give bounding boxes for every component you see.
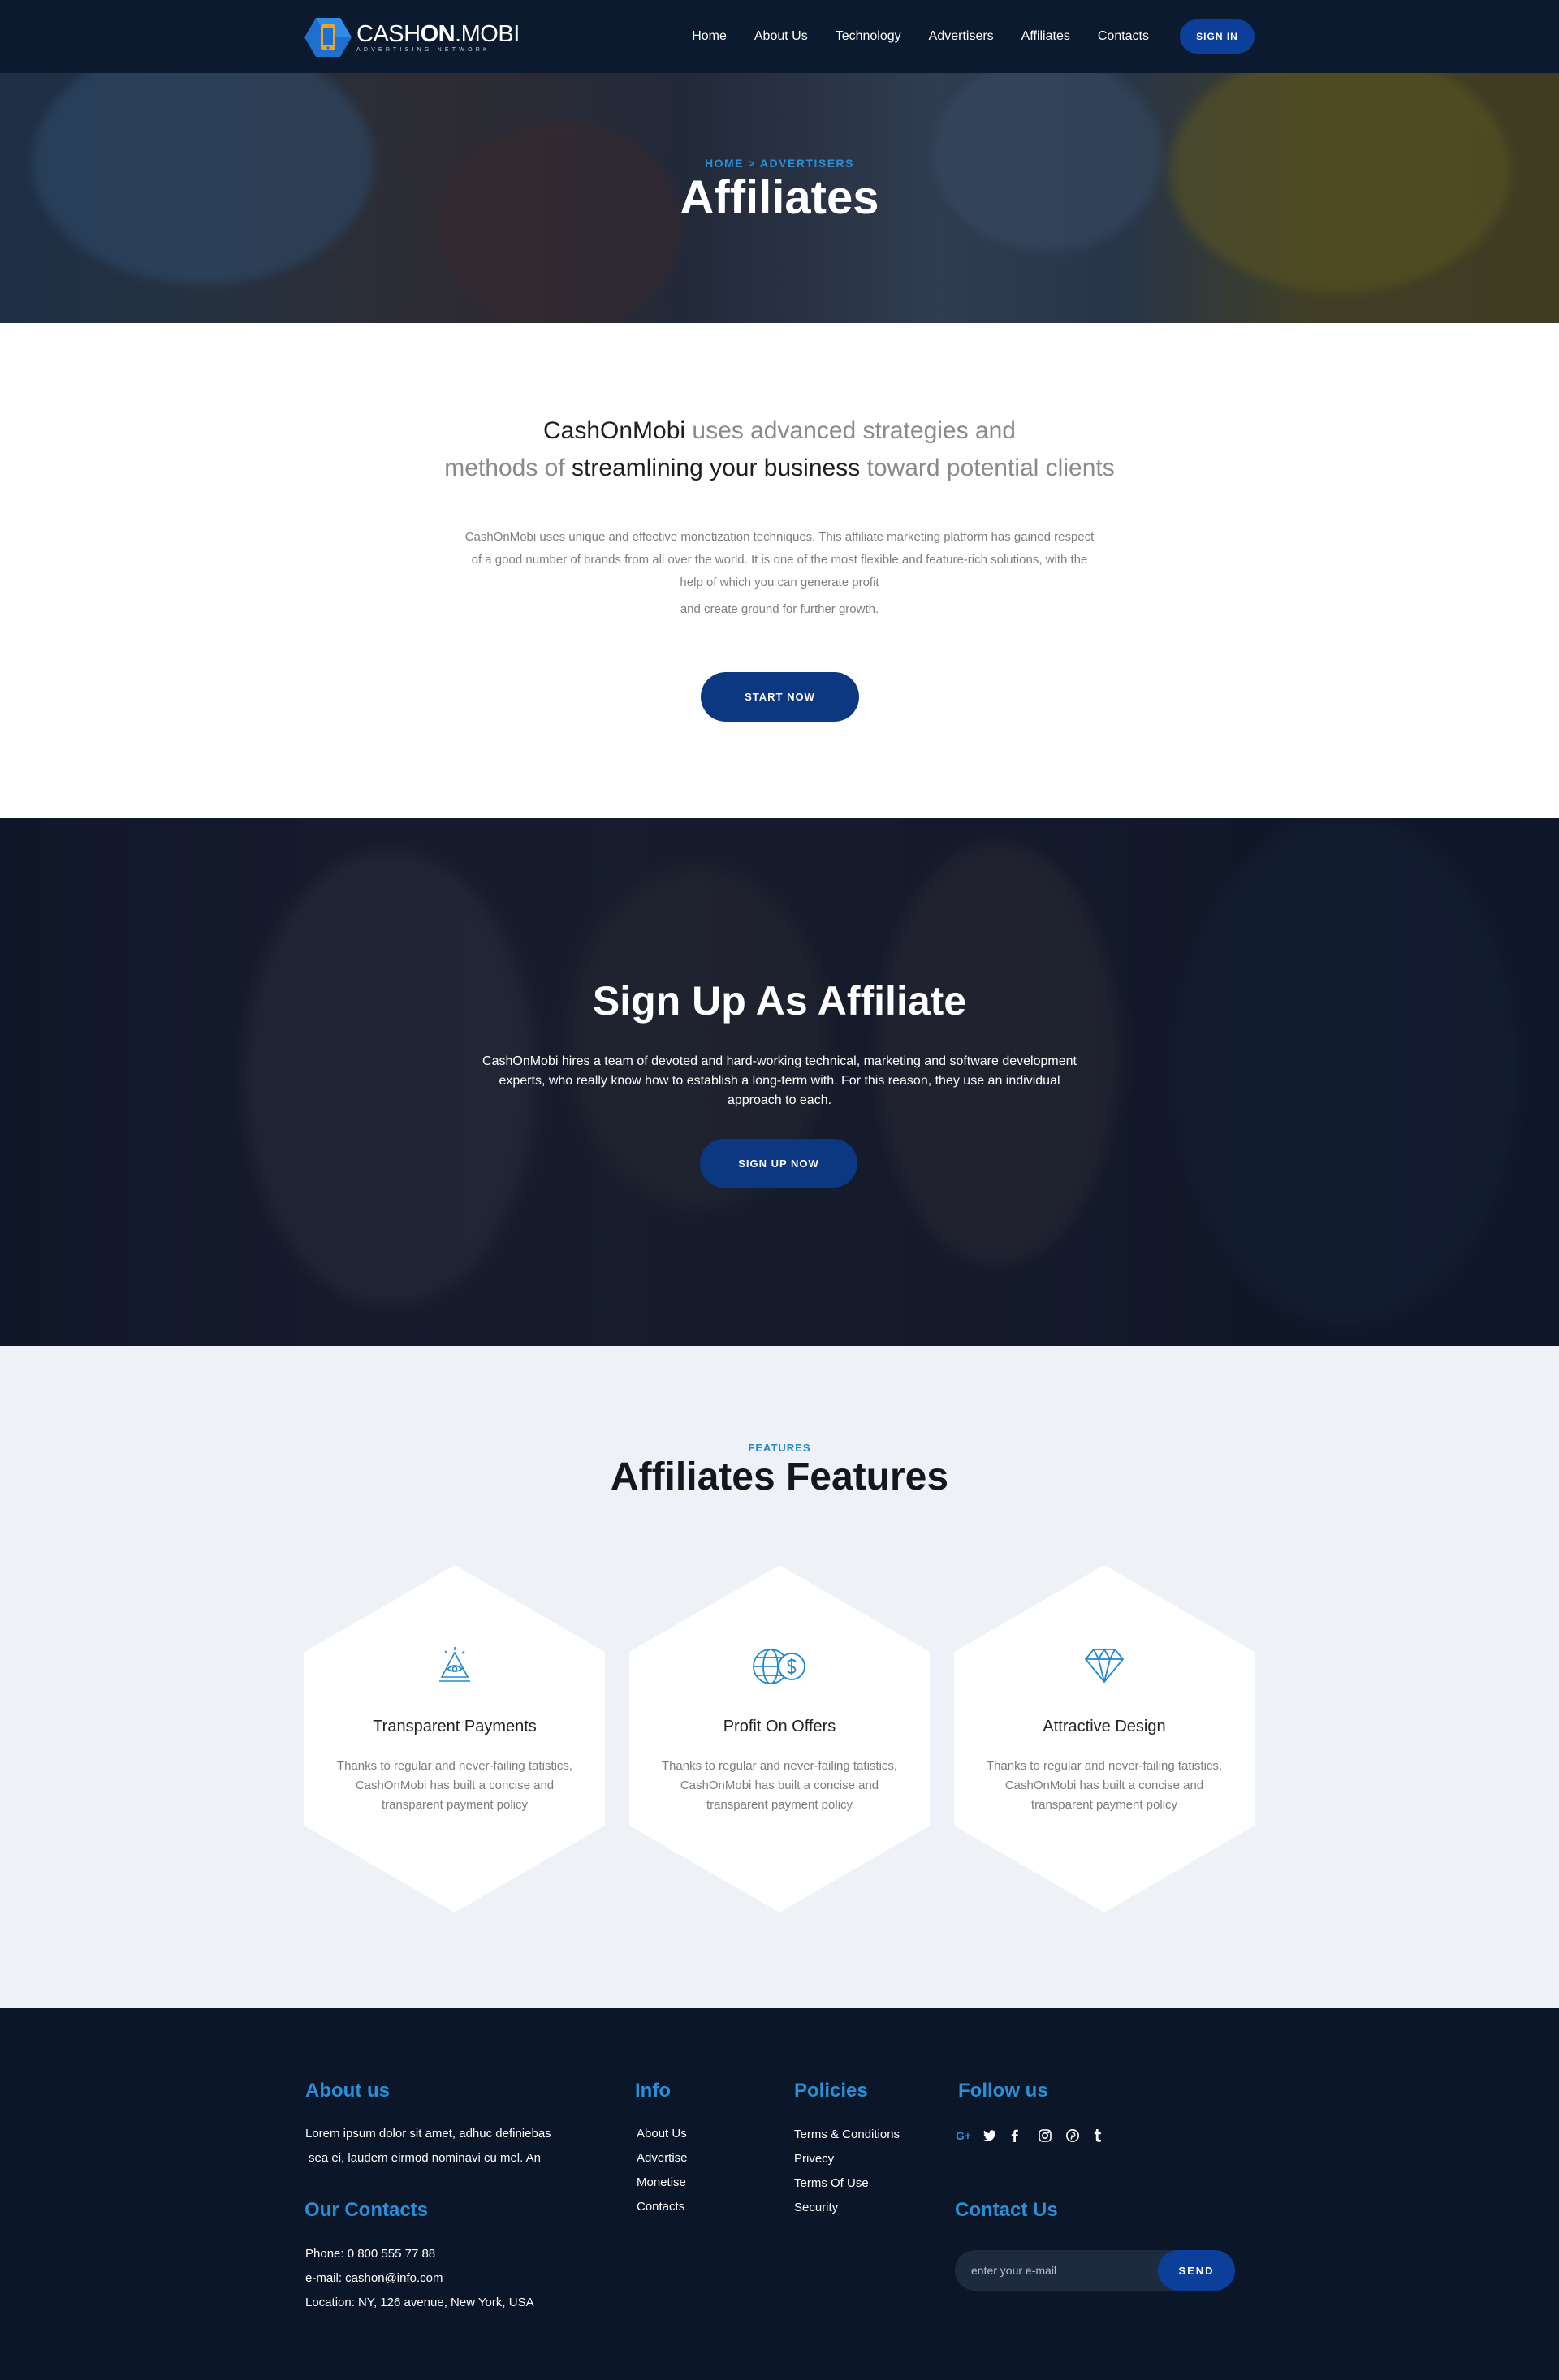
nav-about-us[interactable]: About Us	[754, 29, 808, 44]
footer-phone: Phone: 0 800 555 77 88	[305, 2247, 436, 2261]
feature-description: Thanks to regular and never-failing tati…	[986, 1759, 1223, 1812]
intro-paragraph-tail: and create ground for further growth.	[680, 602, 879, 616]
footer-about-title: About us	[305, 2080, 390, 2102]
pyramid-eye-icon	[439, 1647, 470, 1682]
nav-contacts[interactable]: Contacts	[1098, 29, 1149, 44]
hero-banner: HOME > ADVERTISERS Affiliates	[0, 73, 1559, 323]
signup-paragraph: CashOnMobi hires a team of devoted and h…	[482, 1054, 1077, 1107]
feature-title: Attractive Design	[1043, 1718, 1166, 1735]
footer-link-privacy[interactable]: Privecy	[794, 2147, 900, 2171]
feature-card: Attractive Design Thanks to regular and …	[954, 1565, 1255, 1912]
main-nav: Home About Us Technology Advertisers Aff…	[664, 0, 1255, 73]
footer-location: Location: NY, 126 avenue, New York, USA	[305, 2296, 534, 2309]
twitter-icon[interactable]	[983, 2127, 1011, 2145]
start-now-button[interactable]: START NOW	[701, 672, 859, 722]
site-footer: About us Lorem ipsum dolor sit amet, adh…	[0, 2008, 1559, 2380]
logo-wordmark: CASHON.MOBI	[356, 21, 520, 47]
features-kicker: FEATURES	[748, 1442, 811, 1454]
footer-link-security[interactable]: Security	[794, 2196, 900, 2220]
footer-info-title: Info	[635, 2080, 671, 2102]
signup-section: Sign Up As Affiliate CashOnMobi hires a …	[0, 818, 1559, 1346]
footer-link-contacts[interactable]: Contacts	[637, 2195, 688, 2219]
footer-link-terms-conditions[interactable]: Terms & Conditions	[794, 2123, 900, 2147]
footer-link-monetise[interactable]: Monetise	[637, 2171, 688, 2195]
footer-contact-us-title: Contact Us	[955, 2199, 1058, 2221]
footer-about-text: Lorem ipsum dolor sit amet, adhuc defini…	[305, 2127, 551, 2165]
tumblr-icon[interactable]	[1094, 2127, 1121, 2145]
social-links: G+	[956, 2127, 1121, 2145]
footer-email[interactable]: e-mail: cashon@info.com	[305, 2266, 534, 2291]
footer-contacts-title: Our Contacts	[304, 2199, 429, 2221]
nav-affiliates[interactable]: Affiliates	[1021, 29, 1070, 44]
google-plus-icon[interactable]: G+	[956, 2127, 983, 2145]
send-button[interactable]: SEND	[1158, 2250, 1235, 2291]
instagram-icon[interactable]	[1039, 2127, 1066, 2145]
nav-home[interactable]: Home	[692, 29, 727, 44]
features-title: Affiliates Features	[610, 1455, 949, 1498]
intro-paragraph-main: CashOnMobi uses unique and effective mon…	[464, 530, 1095, 589]
footer-link-advertise[interactable]: Advertise	[637, 2146, 688, 2171]
breadcrumb[interactable]: HOME > ADVERTISERS	[0, 157, 1559, 170]
intro-headline: CashOnMobi uses advanced strategies and …	[444, 417, 1115, 481]
footer-info-links: About Us Advertise Monetise Contacts	[637, 2122, 688, 2219]
nav-technology[interactable]: Technology	[836, 29, 901, 44]
top-navbar: CASHON.MOBI ADVERTISING NETWORK Home Abo…	[0, 0, 1559, 73]
feature-title: Profit On Offers	[723, 1718, 836, 1735]
intro-paragraph: CashOnMobi uses unique and effective mon…	[455, 526, 1104, 621]
facebook-icon[interactable]	[1011, 2127, 1039, 2145]
diamond-icon	[1084, 1648, 1125, 1684]
sign-up-now-button[interactable]: SIGN UP NOW	[700, 1139, 857, 1188]
feature-card: Transparent Payments Thanks to regular a…	[304, 1565, 605, 1912]
globe-dollar-icon	[753, 1649, 805, 1684]
feature-description: Thanks to regular and never-failing tati…	[336, 1759, 573, 1812]
footer-follow-title: Follow us	[958, 2080, 1048, 2102]
feature-card: Profit On Offers Thanks to regular and n…	[629, 1565, 930, 1912]
intro-section: CashOnMobi uses advanced strategies and …	[0, 323, 1559, 818]
feature-title: Transparent Payments	[373, 1718, 537, 1735]
site-logo[interactable]: CASHON.MOBI ADVERTISING NETWORK	[304, 16, 520, 58]
footer-link-terms-of-use[interactable]: Terms Of Use	[794, 2171, 900, 2196]
newsletter-form: SEND	[955, 2250, 1235, 2291]
feature-description: Thanks to regular and never-failing tati…	[661, 1759, 898, 1812]
page-title: Affiliates	[680, 171, 879, 224]
sign-in-button[interactable]: SIGN IN	[1180, 19, 1255, 54]
pinterest-icon[interactable]	[1066, 2127, 1094, 2145]
footer-policies-title: Policies	[794, 2080, 868, 2102]
nav-advertisers[interactable]: Advertisers	[929, 29, 994, 44]
features-section: FEATURES Affiliates Features Transparent…	[0, 1346, 1559, 2008]
footer-link-about-us[interactable]: About Us	[637, 2122, 688, 2146]
email-input[interactable]	[955, 2264, 1158, 2277]
footer-contacts-list: Phone: 0 800 555 77 88 e-mail: cashon@in…	[305, 2242, 534, 2315]
logo-mark-icon	[304, 16, 352, 58]
logo-tagline: ADVERTISING NETWORK	[356, 47, 490, 53]
footer-policies-links: Terms & Conditions Privecy Terms Of Use …	[794, 2123, 900, 2220]
signup-title: Sign Up As Affiliate	[592, 978, 967, 1024]
